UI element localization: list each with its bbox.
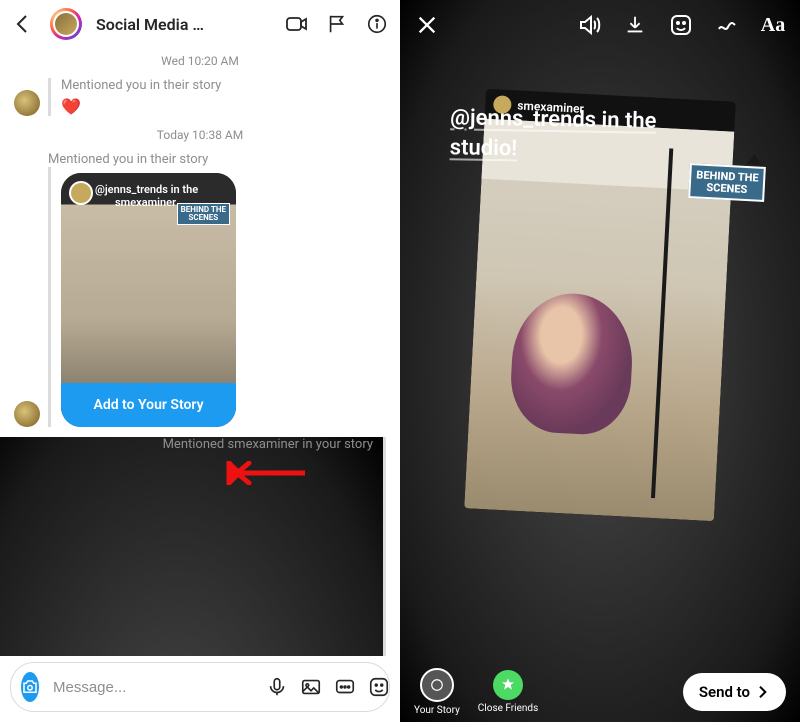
chevron-right-icon: [754, 684, 770, 700]
dm-header: Social Media …: [0, 0, 400, 48]
timestamp: Wed 10:20 AM: [14, 54, 386, 68]
close-icon[interactable]: [414, 12, 440, 38]
sticker-icon[interactable]: [368, 676, 390, 698]
your-story-avatar-icon: [420, 668, 454, 702]
message-input[interactable]: [51, 678, 254, 697]
mention-text: Mentioned you in their story: [61, 78, 221, 93]
send-to-button[interactable]: Send to: [683, 673, 786, 711]
story-canvas[interactable]: smexaminer @jenns_trends in the studio! …: [400, 50, 800, 662]
add-to-story-button[interactable]: Add to Your Story: [61, 383, 236, 427]
camera-button[interactable]: [21, 672, 39, 702]
close-friends-button[interactable]: Close Friends: [478, 670, 538, 714]
story-share-bar: Your Story Close Friends Send to: [400, 662, 800, 722]
your-story-label: Your Story: [414, 705, 460, 716]
close-friends-star-icon: [493, 670, 523, 700]
flag-icon[interactable]: [324, 11, 350, 37]
story-card-user: smexaminer: [115, 196, 176, 209]
story-editor-panel: Aa smexaminer @jenns_trends in the studi…: [400, 0, 800, 722]
mention-text: Mentioned you in their story: [48, 152, 386, 167]
draw-tool-icon[interactable]: [714, 12, 740, 38]
behind-scenes-sticker[interactable]: BEHIND THESCENES: [688, 163, 766, 202]
your-story-button[interactable]: Your Story: [414, 668, 460, 716]
send-to-label: Send to: [699, 683, 750, 701]
dm-panel: Social Media … Wed 10:20 AM Mentioned yo…: [0, 0, 400, 722]
sender-avatar[interactable]: [14, 90, 40, 116]
sticker-tool-icon[interactable]: [668, 12, 694, 38]
timestamp: Today 10:38 AM: [14, 128, 386, 142]
message-row: @jenns_trends in the smexaminer BEHIND T…: [14, 167, 386, 427]
chat-title[interactable]: Social Media …: [96, 15, 204, 34]
story-editor-toolbar: Aa: [400, 0, 800, 50]
text-tool-icon[interactable]: Aa: [760, 12, 786, 38]
heart-reaction[interactable]: ❤️: [61, 97, 221, 116]
save-icon[interactable]: [622, 12, 648, 38]
message-input-bar: [10, 662, 390, 712]
message-row: Mentioned you in their story ❤️: [14, 78, 386, 116]
mic-icon[interactable]: [266, 676, 288, 698]
back-icon[interactable]: [10, 11, 36, 37]
video-call-icon[interactable]: [284, 11, 310, 37]
story-card-handle: @jenns_trends in the: [95, 183, 198, 196]
story-preview-image: @jenns_trends in the smexaminer BEHIND T…: [61, 173, 236, 383]
quick-reply-icon[interactable]: [334, 676, 356, 698]
story-preview-card[interactable]: @jenns_trends in the smexaminer BEHIND T…: [61, 173, 236, 427]
dm-body: Wed 10:20 AM Mentioned you in their stor…: [0, 48, 400, 656]
sender-avatar[interactable]: [14, 401, 40, 427]
info-icon[interactable]: [364, 11, 390, 37]
sound-icon[interactable]: [576, 12, 602, 38]
mention-text: Mentioned smexaminer in your story: [0, 437, 386, 656]
sent-message: Mentioned smexaminer in your story: [0, 437, 386, 656]
annotation-arrow: [225, 461, 305, 485]
close-friends-label: Close Friends: [478, 703, 538, 714]
gallery-icon[interactable]: [300, 676, 322, 698]
chat-avatar[interactable]: [50, 8, 82, 40]
behind-scenes-sticker: BEHIND THESCENES: [177, 203, 230, 225]
story-text-overlay[interactable]: @jenns_trends in the studio!: [449, 103, 656, 166]
mention-notice[interactable]: Mentioned you in their story ❤️: [48, 78, 221, 116]
